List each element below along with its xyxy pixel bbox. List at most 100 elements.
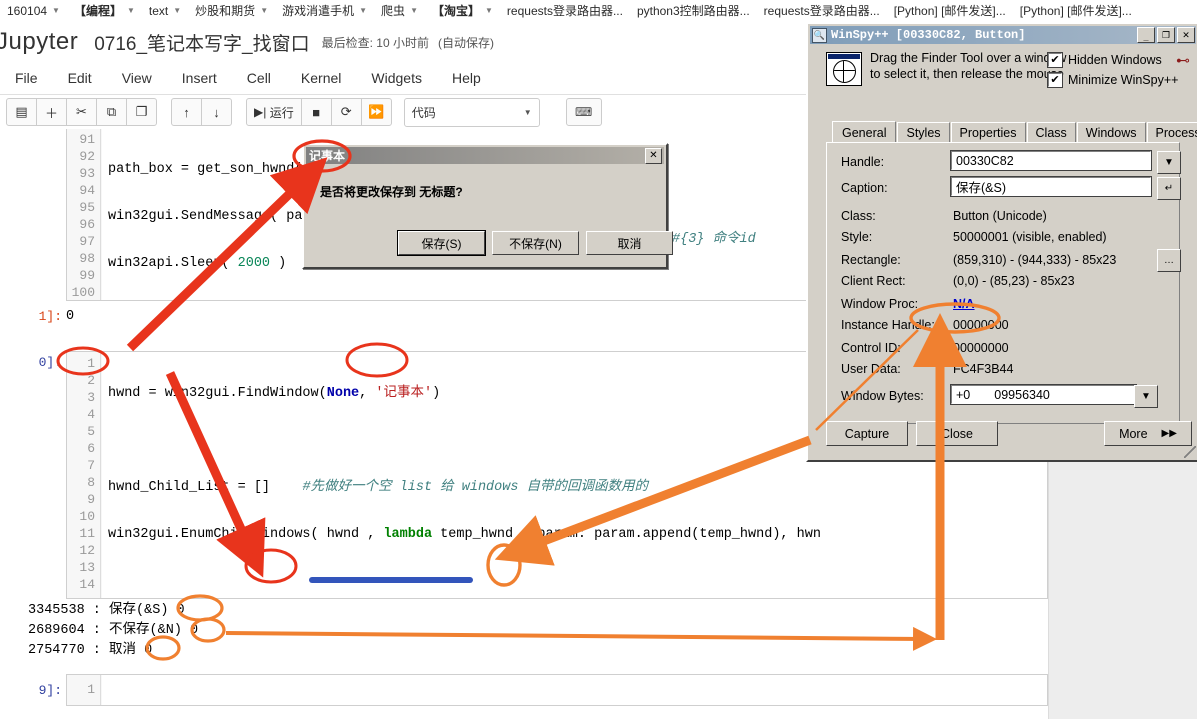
field-value-window-proc[interactable]: N/A (953, 297, 975, 311)
menu-cell[interactable]: Cell (232, 62, 286, 94)
restart-run-all-button[interactable]: ⏩ (360, 98, 392, 126)
menu-file[interactable]: File (0, 62, 53, 94)
bookmark-label: text (148, 4, 169, 18)
handle-dropdown-button[interactable]: ▼ (1157, 151, 1181, 174)
chevron-down-icon: ▼ (260, 6, 269, 15)
bookmark-item[interactable]: text ▼ (142, 1, 188, 21)
paste-button[interactable]: ❐ (126, 98, 157, 126)
caption-apply-button[interactable]: ↵ (1157, 177, 1181, 200)
save-button[interactable]: ▤ (6, 98, 37, 126)
bookmark-item[interactable]: python3控制路由器... (630, 1, 757, 21)
dropdown-caret-icon: ▼ (1141, 391, 1151, 402)
close-x-icon: ✕ (649, 150, 658, 161)
winspy-window[interactable]: 🔍 WinSpy++ [00330C82, Button] _ ❐ ✕ Drag… (806, 22, 1197, 462)
move-cell-down-button[interactable]: ↓ (201, 98, 232, 126)
line-number: 1 (87, 682, 95, 697)
restart-kernel-button[interactable]: ⟳ (330, 98, 362, 126)
magnifier-icon: 🔍 (812, 27, 827, 43)
checkpoint-status: 最后检查: 10 小时前 (321, 35, 429, 50)
cell-type-select[interactable]: 代码 ▼ (403, 97, 540, 127)
line-number: 11 (79, 526, 95, 541)
minimize-button[interactable]: _ (1137, 27, 1155, 43)
cell-bottom-input[interactable]: 1 (66, 674, 1048, 706)
bookmark-item[interactable]: requests登录路由器... (757, 1, 887, 21)
line-number: 91 (79, 132, 95, 147)
toolbar-group-move: ↑ ↓ (171, 98, 232, 126)
line-number: 95 (79, 200, 95, 215)
more-button[interactable]: More ▶▶ (1104, 421, 1192, 446)
window-bytes-input[interactable]: +0 09956340 (950, 384, 1137, 405)
resize-grip[interactable] (1184, 446, 1196, 458)
menu-insert[interactable]: Insert (167, 62, 232, 94)
dialog-title: 记事本 (309, 149, 346, 163)
menu-view[interactable]: View (107, 62, 167, 94)
checkbox-label: Minimize WinSpy++ (1068, 73, 1179, 87)
insert-cell-button[interactable]: ＋ (36, 98, 67, 126)
menu-help[interactable]: Help (437, 62, 496, 94)
notebook-title[interactable]: 0716_笔记本写字_找窗口 (94, 29, 309, 56)
code-line: win32gui.EnumChildWindows( hwnd , lambda… (108, 527, 821, 542)
bookmark-item[interactable]: [Python] [邮件发送]... (1013, 1, 1139, 21)
line-number: 97 (79, 234, 95, 249)
dialog-save-button[interactable]: 保存(S) (398, 231, 485, 255)
bookmark-item[interactable]: [Python] [邮件发送]... (887, 1, 1013, 21)
hidden-windows-checkbox[interactable]: ✔ Hidden Windows (1047, 52, 1162, 68)
field-label-client-rect: Client Rect: (841, 274, 906, 288)
cell-bottom-code[interactable] (102, 675, 1047, 705)
ellipsis-icon: … (1164, 255, 1174, 266)
menu-edit[interactable]: Edit (53, 62, 107, 94)
jupyter-logo[interactable]: Jupyter (0, 28, 78, 56)
handle-input[interactable]: 00330C82 (950, 150, 1152, 171)
capture-button[interactable]: Capture (826, 421, 908, 446)
copy-button[interactable]: ⧉ (96, 98, 127, 126)
cell-type-value: 代码 (411, 105, 436, 120)
bookmark-item[interactable]: requests登录路由器... (500, 1, 630, 21)
close-window-button[interactable]: ✕ (1177, 27, 1195, 43)
maximize-button[interactable]: ❐ (1157, 27, 1175, 43)
bookmark-item[interactable]: 游戏消遣手机 ▼ (275, 1, 374, 21)
bookmark-label: 【编程】 (73, 4, 122, 18)
winspy-close-button[interactable]: Close (916, 421, 998, 446)
enter-arrow-icon: ↵ (1164, 183, 1174, 194)
chevron-down-icon: ▼ (52, 6, 60, 15)
dialog-dont-save-button[interactable]: 不保存(N) (492, 231, 579, 255)
line-number: 6 (87, 441, 95, 456)
field-label-window-bytes: Window Bytes: (841, 389, 924, 403)
winspy-titlebar[interactable]: 🔍 WinSpy++ [00330C82, Button] _ ❐ ✕ (810, 26, 1196, 44)
dialog-close-button[interactable]: ✕ (645, 147, 662, 164)
menu-widgets[interactable]: Widgets (356, 62, 437, 94)
minimize-icon: _ (1143, 32, 1149, 42)
cut-button[interactable]: ✂ (66, 98, 97, 126)
line-number: 99 (79, 268, 95, 283)
field-value-rectangle: (859,310) - (944,333) - 85x23 (953, 253, 1117, 267)
caption-input[interactable]: 保存(&S) (950, 176, 1152, 197)
minimize-winspy-checkbox[interactable]: ✔ Minimize WinSpy++ (1047, 72, 1179, 88)
bookmark-item[interactable]: 爬虫 ▼ (374, 1, 425, 21)
rectangle-more-button[interactable]: … (1157, 249, 1181, 272)
menu-kernel[interactable]: Kernel (286, 62, 356, 94)
dropdown-caret-icon: ▼ (1164, 157, 1174, 168)
bookmark-item[interactable]: 【编程】 ▼ (67, 1, 142, 21)
dialog-cancel-button[interactable]: 取消 (586, 231, 673, 255)
output-prompt: 1]: (38, 309, 62, 324)
interrupt-kernel-button[interactable]: ■ (300, 98, 332, 126)
run-cell-button[interactable]: ▶| 运行 (246, 98, 302, 126)
finder-hint-line1: Drag the Finder Tool over a window (870, 51, 1067, 65)
double-chevron-right-icon: ▶▶ (1161, 428, 1177, 439)
bookmark-item[interactable]: 160104 ▼ (0, 1, 67, 21)
bookmark-item[interactable]: 炒股和期货 ▼ (188, 1, 275, 21)
line-number: 94 (79, 183, 95, 198)
line-number: 1 (87, 356, 95, 371)
window-bytes-dropdown-button[interactable]: ▼ (1134, 385, 1158, 408)
line-number: 13 (79, 560, 95, 575)
line-number: 93 (79, 166, 95, 181)
move-cell-up-button[interactable]: ↑ (171, 98, 202, 126)
finder-tool-icon[interactable] (826, 52, 862, 86)
run-icon: ▶| (254, 105, 267, 119)
field-label-instance-handle: Instance Handle: (841, 318, 935, 332)
field-value-control-id: 00000000 (953, 341, 1009, 355)
pushpin-icon[interactable]: ⊷ (1176, 52, 1190, 69)
notepad-save-dialog[interactable]: 记事本 ✕ 是否将更改保存到 无标题? 保存(S) 不保存(N) 取消 (302, 143, 673, 269)
bookmark-item[interactable]: 【淘宝】 ▼ (425, 1, 500, 21)
command-palette-button[interactable]: ⌨ (565, 98, 602, 126)
